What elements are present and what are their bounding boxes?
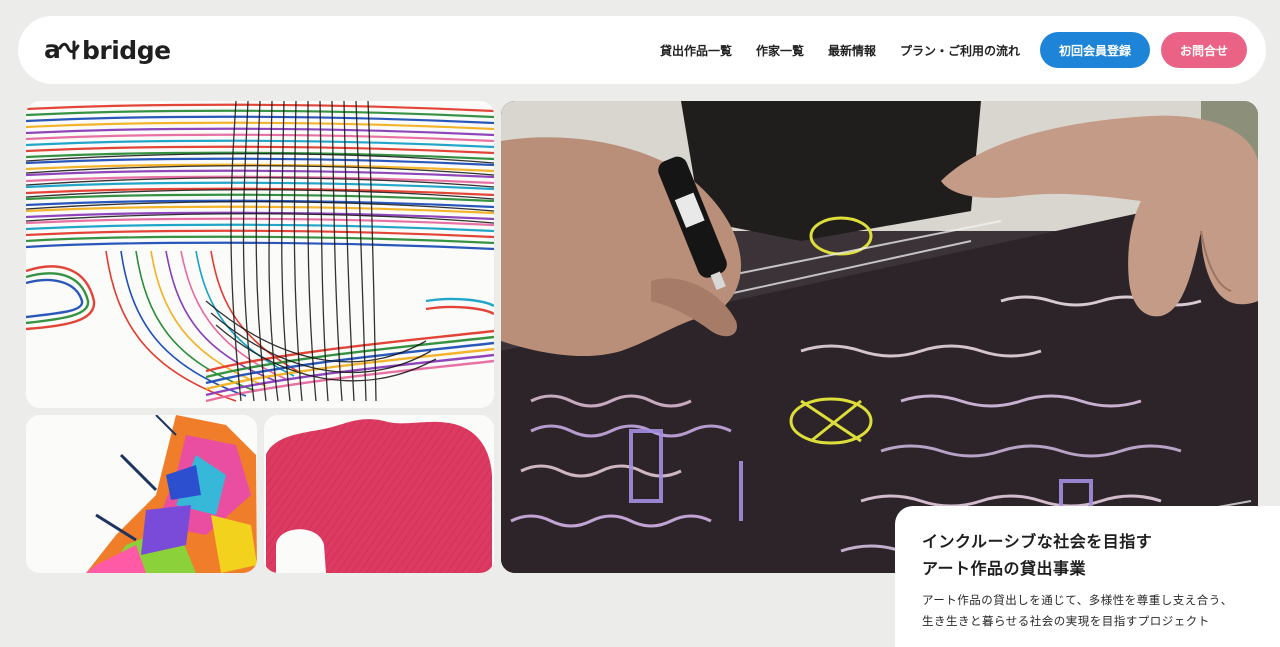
contact-button[interactable]: お問合せ: [1161, 32, 1247, 68]
hero-headline: インクルーシブな社会を目指す アート作品の貸出事業: [922, 528, 1260, 582]
artist-at-work-photo[interactable]: [501, 101, 1258, 573]
logo-text: bridge: [82, 35, 171, 65]
artwork-image-red-shape[interactable]: [264, 415, 494, 573]
artbridge-logo[interactable]: a bridge: [44, 34, 171, 66]
hero-headline-line2: アート作品の貸出事業: [922, 559, 1087, 578]
register-button[interactable]: 初回会員登録: [1040, 32, 1150, 68]
hero-description-line2: 生き生きと暮らせる社会の実現を目指すプロジェクト: [922, 614, 1210, 628]
svg-text:a: a: [44, 35, 61, 64]
hero-description: アート作品の貸出しを通じて、多様性を尊重し支え合う、 生き生きと暮らせる社会の実…: [922, 590, 1260, 632]
artwork-lines-graphic: [26, 101, 494, 408]
main-nav: 貸出作品一覧 作家一覧 最新情報 プラン・ご利用の流れ: [660, 16, 1020, 84]
artwork-red-shape-graphic: [264, 415, 494, 573]
hero-caption-card: インクルーシブな社会を目指す アート作品の貸出事業 アート作品の貸出しを通じて、…: [895, 506, 1280, 647]
artwork-image-figure[interactable]: [26, 415, 257, 573]
artwork-figure-graphic: [26, 415, 257, 573]
artist-photo-graphic: [501, 101, 1258, 573]
nav-item-plans[interactable]: プラン・ご利用の流れ: [900, 42, 1020, 59]
hero-headline-line1: インクルーシブな社会を目指す: [922, 532, 1153, 551]
site-header: a bridge 貸出作品一覧 作家一覧 最新情報 プラン・ご利用の流れ 初回会…: [18, 16, 1266, 84]
artwork-image-lines[interactable]: [26, 101, 494, 408]
hero-description-line1: アート作品の貸出しを通じて、多様性を尊重し支え合う、: [922, 593, 1233, 607]
nav-item-artists[interactable]: 作家一覧: [756, 42, 804, 59]
nav-item-news[interactable]: 最新情報: [828, 42, 876, 59]
logo-mark-icon: a: [44, 35, 80, 64]
nav-item-works[interactable]: 貸出作品一覧: [660, 42, 732, 59]
